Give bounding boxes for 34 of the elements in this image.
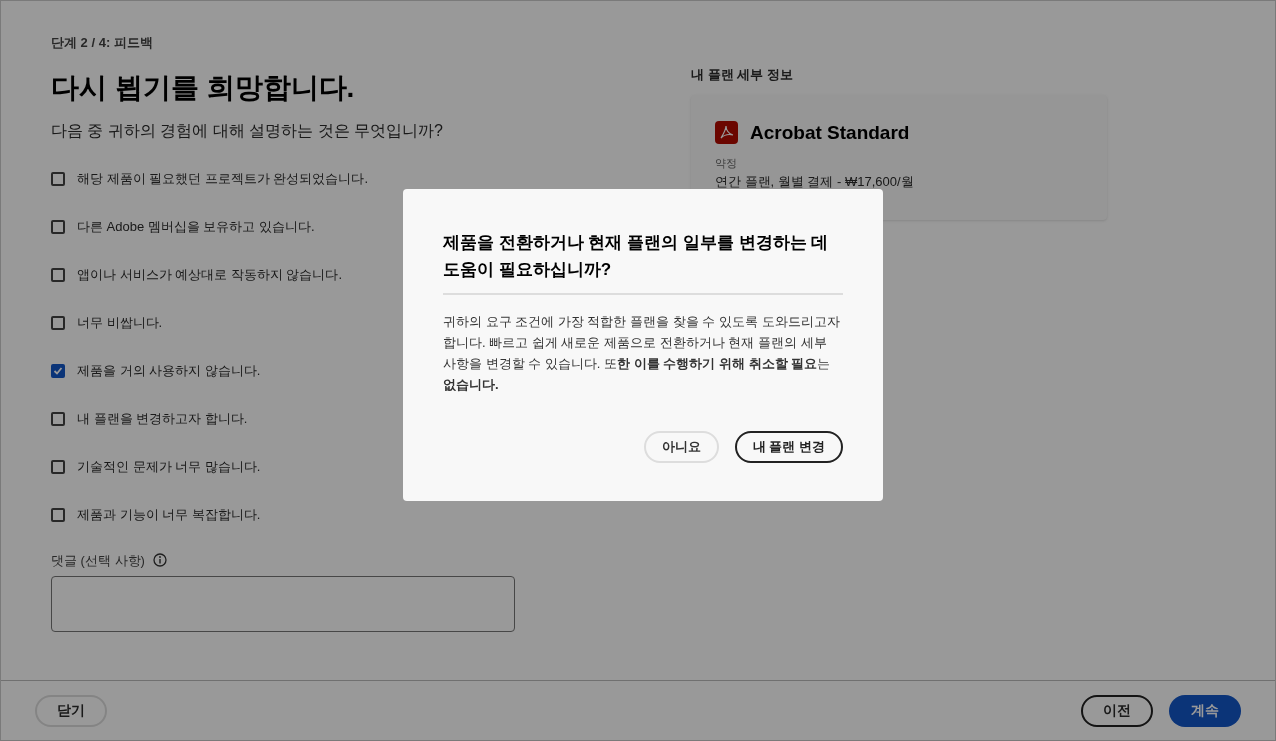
checkbox[interactable] [51, 267, 65, 282]
pdf-icon [715, 121, 738, 145]
checkbox[interactable] [51, 459, 65, 474]
option-label: 내 플랜을 변경하고자 합니다. [77, 409, 248, 428]
change-plan-button[interactable]: 내 플랜 변경 [734, 431, 843, 463]
no-button[interactable]: 아니요 [643, 431, 719, 463]
page-heading: 다시 뵙기를 희망합니다. [51, 70, 356, 105]
option-label: 너무 비쌉니다. [77, 313, 163, 332]
term-text: 연간 플랜, 월별 결제 - ₩17,600/월 [715, 172, 915, 191]
dialog-body: 귀하의 요구 조건에 가장 적합한 플랜을 찾을 수 있도록 도와드리고자 합니다. 빠르고 쉽게 새로운 제품으로 전환하거나 현재 플랜의 세부 사항을 변경할 수 있습니다. 또한 이를 수행하기 위해 취소할 필요는 없습니다. [443, 313, 841, 394]
checkbox[interactable] [51, 507, 65, 522]
question-text: 다음 중 귀하의 경험에 대해 설명하는 것은 무엇입니까? [51, 120, 444, 141]
checkbox[interactable] [51, 171, 65, 186]
checkbox[interactable] [51, 219, 65, 234]
option-label: 제품과 기능이 너무 복잡합니다. [77, 505, 261, 524]
dialog-title: 제품을 전환하거나 현재 플랜의 일부를 변경하는 데 도움이 필요하십니까? [443, 232, 830, 281]
term-label: 약정 [715, 156, 738, 171]
option-label: 다른 Adobe 멤버십을 보유하고 있습니다. [77, 217, 315, 236]
checkbox[interactable] [51, 315, 65, 330]
option-label: 해당 제품이 필요했던 프로젝트가 완성되었습니다. [77, 169, 369, 188]
comment-label: 댓글 (선택 사항) [51, 551, 145, 570]
option-label: 기술적인 문제가 너무 많습니다. [77, 457, 261, 476]
info-icon[interactable] [152, 553, 167, 568]
option-label: 제품을 거의 사용하지 않습니다. [77, 361, 261, 380]
back-button[interactable]: 이전 [1081, 694, 1153, 727]
continue-button[interactable]: 계속 [1169, 694, 1241, 727]
product-name: Acrobat Standard [750, 120, 910, 145]
comment-field[interactable] [51, 576, 515, 632]
checkbox[interactable] [51, 411, 65, 426]
step-label: 단계 2 / 4: 피드백 [51, 34, 154, 52]
option-label: 앱이나 서비스가 예상대로 작동하지 않습니다. [77, 265, 343, 284]
section-title: 내 플랜 세부 정보 [691, 66, 794, 84]
close-button[interactable]: 닫기 [35, 694, 107, 727]
checkbox[interactable] [51, 363, 65, 378]
